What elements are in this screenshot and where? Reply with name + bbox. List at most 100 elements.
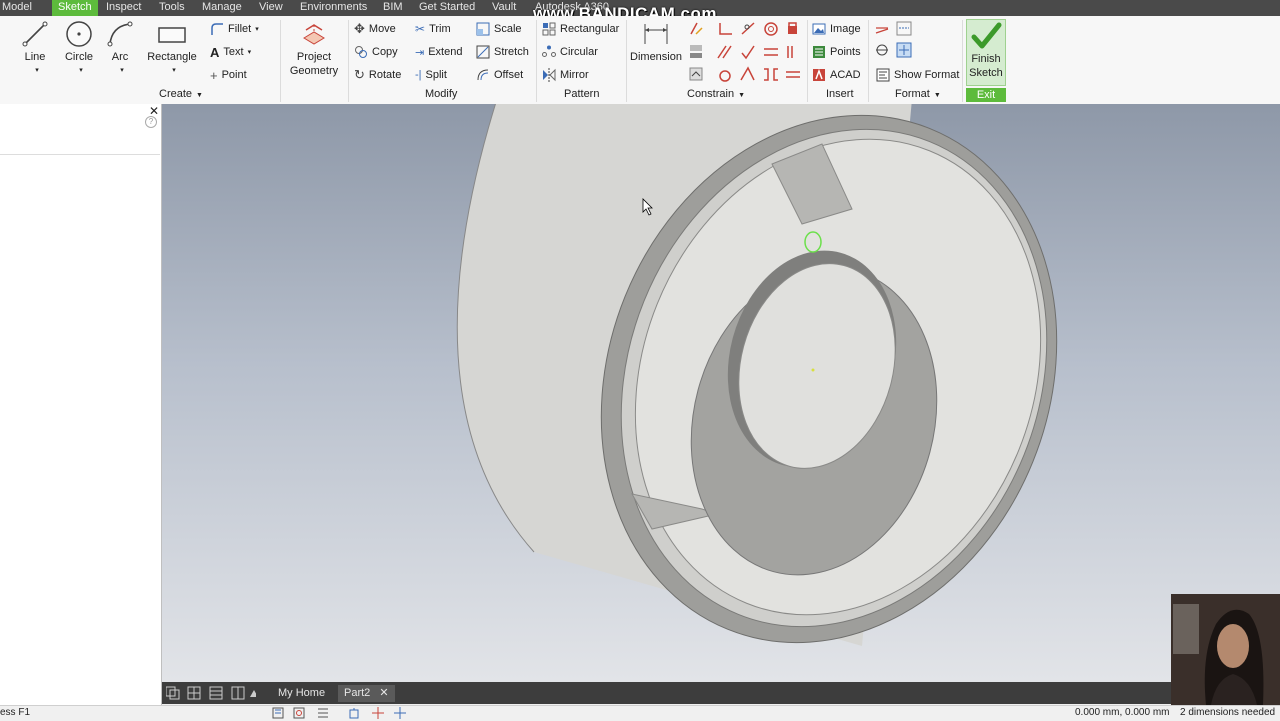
stretch-button[interactable]: Stretch — [476, 43, 529, 61]
offset-button[interactable]: Offset — [476, 66, 523, 84]
point-button[interactable]: + Point — [210, 66, 247, 84]
construction-icon[interactable] — [786, 71, 800, 78]
trim-button[interactable]: ✂ Trim — [415, 20, 451, 38]
menu-vault[interactable]: Vault — [492, 0, 516, 16]
menu-view[interactable]: View — [259, 0, 283, 16]
project-geometry-label-1: Project — [296, 51, 332, 63]
relax-mode-icon[interactable] — [764, 68, 778, 81]
graphics-viewport[interactable] — [162, 104, 1280, 682]
rectangular-pattern-button[interactable]: Rectangular — [542, 20, 619, 38]
image-button[interactable]: Image — [812, 20, 861, 38]
driven-dimension-icon[interactable] — [896, 42, 912, 58]
insert-panel-label: Insert — [826, 88, 854, 100]
tab-part2[interactable]: Part2 ✕ — [338, 685, 395, 702]
menu-tools[interactable]: Tools — [159, 0, 185, 16]
circle-button[interactable]: Circle ▾ — [62, 20, 96, 78]
tile-windows-icon[interactable] — [187, 686, 201, 700]
acad-icon — [812, 68, 826, 82]
close-icon[interactable]: ✕ — [379, 687, 388, 699]
zoom-window-icon[interactable] — [272, 707, 284, 719]
circular-label: Circular — [560, 46, 598, 58]
acad-button[interactable]: ACAD — [812, 66, 861, 84]
copy-label: Copy — [372, 46, 398, 58]
menu-get-started[interactable]: Get Started — [419, 0, 475, 16]
fix-constraint-icon[interactable] — [788, 22, 797, 34]
auto-dimension-icon[interactable] — [740, 66, 755, 81]
tab-my-home[interactable]: My Home — [272, 685, 331, 702]
mirror-button[interactable]: Mirror — [542, 66, 589, 84]
rectangular-label: Rectangular — [560, 23, 620, 35]
rotate-icon: ↻ — [354, 67, 365, 82]
collinear-constraint-icon[interactable] — [690, 45, 702, 58]
help-icon[interactable]: ? — [145, 116, 157, 128]
extend-button[interactable]: ⇥ Extend — [415, 43, 462, 61]
equal-constraint-icon[interactable] — [764, 48, 778, 56]
smooth-constraint-icon[interactable] — [719, 70, 731, 82]
rotate-button[interactable]: ↻ Rotate — [354, 66, 401, 84]
line-button[interactable]: Line ▾ — [20, 20, 50, 78]
scroll-up-icon[interactable] — [250, 690, 256, 697]
split-button[interactable]: -| Split — [415, 66, 447, 84]
rectangle-button[interactable]: Rectangle ▾ — [146, 20, 198, 78]
fillet-button[interactable]: Fillet ▾ — [210, 20, 259, 38]
project-geometry-button[interactable]: Project Geometry — [286, 20, 342, 78]
tile-vertical-icon[interactable] — [231, 686, 245, 700]
menu-sketch[interactable]: Sketch — [52, 0, 98, 16]
window-layout-icons — [166, 686, 256, 700]
trim-label: Trim — [429, 23, 451, 35]
points-button[interactable]: Points — [812, 43, 861, 61]
coincident-constraint-icon[interactable] — [688, 21, 704, 37]
concentric-constraint-icon[interactable] — [764, 22, 778, 36]
copy-icon — [354, 45, 368, 59]
menu-model[interactable]: Model — [2, 0, 32, 16]
menu-environments[interactable]: Environments — [300, 0, 367, 16]
menu-bim[interactable]: BIM — [383, 0, 403, 16]
tab-part2-label: Part2 — [344, 687, 371, 699]
stretch-icon — [476, 45, 490, 59]
sketch-ribbon: Line ▾ Circle ▾ Arc ▾ Rectangle ▾ Fillet… — [0, 16, 1280, 105]
arc-button[interactable]: Arc ▾ — [105, 20, 135, 78]
copy-button[interactable]: Copy — [354, 43, 398, 61]
constrain-panel-label[interactable]: Constrain ▼ — [687, 88, 745, 100]
dimension-button[interactable]: Dimension — [630, 20, 682, 64]
modify-panel-label: Modify — [425, 88, 458, 100]
points-label: Points — [830, 46, 861, 58]
pan-icon[interactable] — [318, 708, 328, 718]
circular-pattern-button[interactable]: Circular — [542, 43, 598, 61]
scale-button[interactable]: Scale — [476, 20, 522, 38]
tangent-constraint-icon[interactable] — [741, 22, 755, 35]
menu-inspect[interactable]: Inspect — [106, 0, 141, 16]
image-label: Image — [830, 23, 861, 35]
perpendicular-constraint-icon[interactable] — [719, 23, 732, 35]
centerline-icon[interactable] — [896, 21, 912, 36]
move-button[interactable]: ✥ Move — [354, 20, 396, 38]
show-format-icon — [876, 68, 890, 82]
ribbon-separator — [807, 20, 808, 102]
format-icon-grid — [874, 20, 914, 64]
format-panel-label[interactable]: Format ▼ — [895, 88, 941, 100]
scale-icon — [476, 22, 490, 36]
tile-horizontal-icon[interactable] — [209, 686, 223, 700]
parallel-constraint-icon[interactable] — [717, 45, 732, 59]
symmetric-constraint-icon[interactable] — [787, 46, 793, 58]
extend-label: Extend — [428, 46, 463, 58]
offset-icon — [476, 68, 490, 82]
rotate-label: Rotate — [368, 69, 402, 81]
free-orbit-icon[interactable] — [394, 707, 406, 719]
menu-manage[interactable]: Manage — [202, 0, 242, 16]
model-3d-view — [456, 104, 1058, 646]
zoom-all-icon[interactable] — [293, 707, 305, 719]
construction-line-icon[interactable] — [875, 27, 889, 34]
show-format-button[interactable]: Show Format — [876, 66, 959, 84]
finish-sketch-button[interactable]: Finish Sketch — [966, 19, 1006, 86]
text-button[interactable]: A Text ▾ — [210, 43, 251, 61]
center-point-icon[interactable] — [876, 44, 888, 56]
cascade-windows-icon[interactable] — [166, 686, 180, 700]
create-panel-label[interactable]: Create ▼ — [159, 88, 203, 100]
panel-divider — [0, 154, 160, 155]
show-constraints-icon[interactable] — [689, 67, 703, 81]
orbit-icon[interactable] — [349, 708, 359, 719]
horizontal-vertical-constraint-icon[interactable] — [741, 45, 755, 60]
show-format-label: Show Format — [894, 69, 960, 81]
look-at-icon[interactable] — [372, 707, 384, 719]
